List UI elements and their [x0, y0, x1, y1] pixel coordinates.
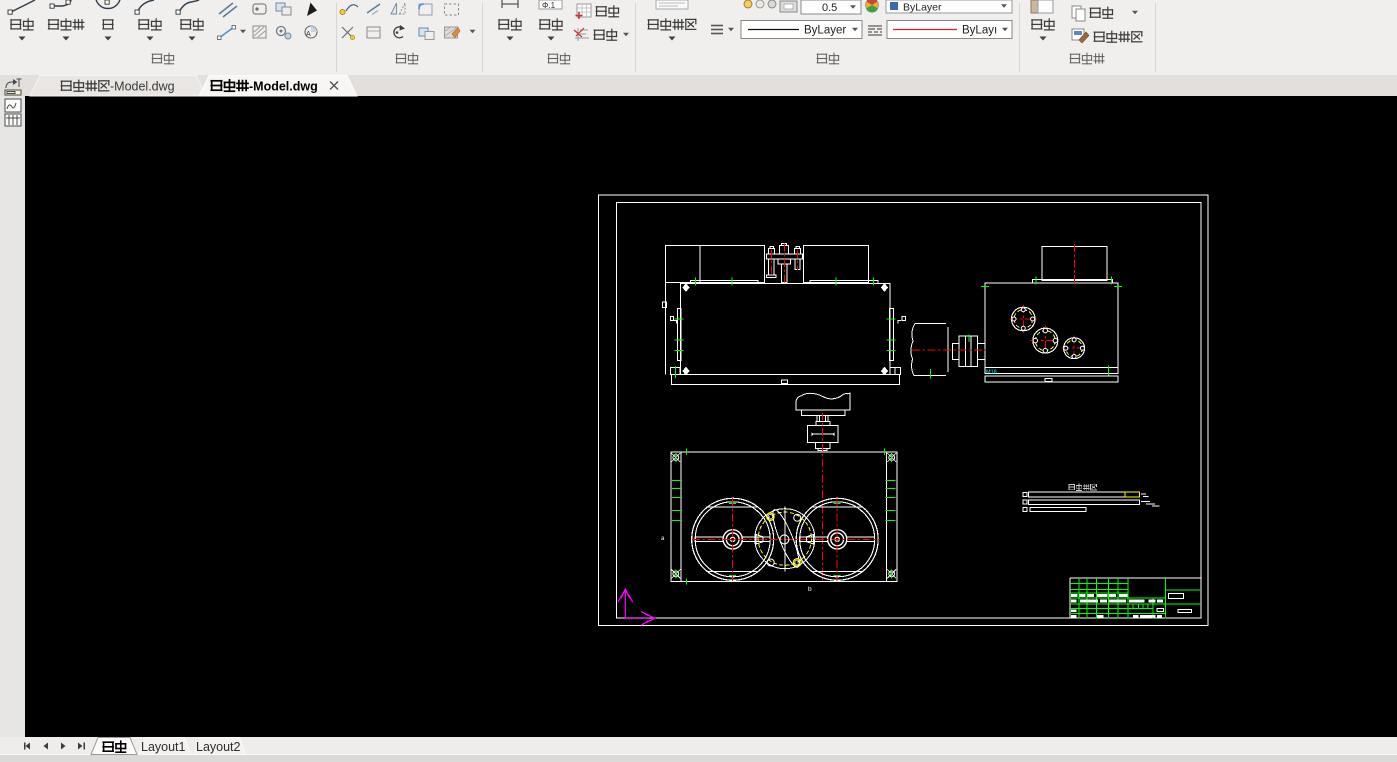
svg-text:ByLayer: ByLayer	[903, 2, 942, 14]
svg-text:b: b	[808, 586, 812, 593]
svg-text:ByLayer: ByLayer	[804, 25, 846, 37]
svg-text:Φ.1: Φ.1	[542, 1, 556, 10]
svg-text:M18: M18	[986, 370, 997, 376]
svg-text:A: A	[306, 31, 311, 38]
svg-text:Layout1: Layout1	[141, 740, 186, 754]
svg-text:ByLayı: ByLayı	[962, 25, 997, 37]
svg-text:Layout2: Layout2	[196, 740, 241, 754]
svg-text:-Model.dwg: -Model.dwg	[249, 80, 318, 94]
svg-text:-Model.dwg: -Model.dwg	[110, 80, 175, 94]
svg-text:0.5: 0.5	[822, 2, 837, 14]
